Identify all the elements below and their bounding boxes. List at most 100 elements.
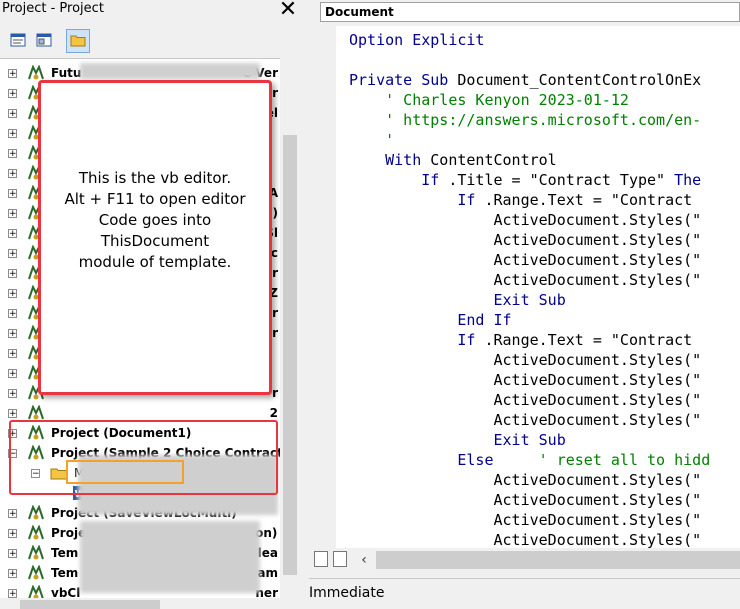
expand-icon[interactable]: + [8, 189, 17, 199]
code-token: ActiveDocument.Styles(" [349, 271, 702, 289]
code-line: With ContentControl [349, 150, 557, 170]
code-token: .Range.Text = "Contract [484, 331, 702, 349]
code-token: .Title = "Contract Type" [448, 171, 675, 189]
expand-icon[interactable]: + [8, 89, 17, 99]
close-project-pane-button[interactable]: ✕ [276, 0, 300, 22]
code-hscroll-thumb[interactable] [376, 551, 740, 569]
expand-icon[interactable]: + [8, 409, 17, 419]
tree-item-tail: am [257, 566, 278, 580]
tree-item-tail: r [272, 306, 278, 320]
code-line: ActiveDocument.Styles(" [349, 230, 701, 250]
vba-project-icon [28, 545, 44, 560]
project-scroll-thumb[interactable] [283, 135, 297, 575]
code-line: If .Title = "Contract Type" The [349, 170, 701, 190]
code-token: ActiveDocument.Styles(" [349, 471, 702, 489]
view-object-button[interactable] [32, 29, 56, 53]
expand-icon[interactable]: + [8, 209, 17, 219]
code-token: Else [457, 451, 494, 469]
code-line: ActiveDocument.Styles(" [349, 510, 701, 530]
expand-icon[interactable]: + [8, 309, 17, 319]
tree-item-tail: r [272, 86, 278, 100]
code-line: ActiveDocument.Styles(" [349, 270, 701, 290]
code-token: End If [457, 311, 512, 329]
code-token: ContentControl [430, 151, 557, 169]
code-line: ' https://answers.microsoft.com/en- [349, 110, 701, 130]
annotation-line: ThisDocument [100, 232, 210, 250]
toggle-folders-icon [70, 35, 86, 47]
code-token: ' https://answers.microsoft.com/en- [385, 111, 702, 129]
code-line: Private Sub Document_ContentControlOnEx [349, 70, 701, 90]
expand-icon[interactable]: + [8, 549, 17, 559]
tree-item-tail: r [272, 326, 278, 340]
expand-icon[interactable]: + [8, 149, 17, 159]
code-line: If .Range.Text = "Contract [349, 190, 701, 210]
expand-icon[interactable]: + [8, 289, 17, 299]
code-line: Exit Sub [349, 430, 566, 450]
expand-icon[interactable]: + [8, 269, 17, 279]
expand-icon[interactable]: + [8, 369, 17, 379]
code-token: The [674, 171, 702, 189]
expand-icon[interactable]: + [8, 229, 17, 239]
tree-item-label: Tem [51, 566, 79, 580]
pane-splitter[interactable] [300, 0, 309, 609]
code-token: ' reset all to hidd [538, 451, 711, 469]
procedure-view-button[interactable] [314, 551, 328, 567]
expand-icon[interactable]: + [8, 129, 17, 139]
expand-icon[interactable]: + [8, 509, 17, 519]
expand-icon[interactable]: + [8, 589, 17, 598]
code-token: .Range.Text = "Contract [484, 191, 702, 209]
expand-icon[interactable]: + [8, 389, 17, 399]
expand-icon[interactable]: + [8, 329, 17, 339]
vba-project-icon [28, 525, 44, 540]
expand-icon[interactable]: + [8, 529, 17, 539]
expand-icon[interactable]: + [8, 349, 17, 359]
annotation-callout: This is the vb editor. Alt + F11 to open… [38, 80, 272, 395]
vba-project-icon [28, 565, 44, 580]
code-line: ActiveDocument.Styles(" [349, 250, 701, 270]
expand-icon[interactable]: + [8, 69, 17, 79]
code-line: Else ' reset all to hidd [349, 450, 710, 470]
code-token: ActiveDocument.Styles(" [349, 351, 702, 369]
expand-icon[interactable]: + [8, 249, 17, 259]
code-line: ActiveDocument.Styles(" [349, 470, 701, 490]
code-token: With [385, 151, 431, 169]
vba-project-icon [28, 585, 44, 598]
code-line: ActiveDocument.Styles(" [349, 210, 701, 230]
code-token: Private Sub [349, 71, 458, 89]
code-token: ' [385, 131, 395, 149]
code-token: ' Charles Kenyon 2023-01-12 [385, 91, 629, 109]
view-code-button[interactable] [6, 29, 30, 53]
code-token: ActiveDocument.Styles(" [349, 511, 702, 529]
project-hscroll-thumb[interactable] [20, 600, 160, 609]
immediate-window-title: Immediate [309, 578, 740, 609]
code-line: If .Range.Text = "Contract [349, 330, 701, 350]
project-toolbar [0, 24, 300, 58]
code-line: ActiveDocument.Styles(" [349, 490, 701, 510]
expand-icon[interactable]: + [8, 569, 17, 579]
code-line: ActiveDocument.Styles(" [349, 390, 701, 410]
redacted-region [80, 521, 260, 593]
code-token: If [457, 331, 485, 349]
scroll-left-icon[interactable]: ‹ [356, 551, 372, 569]
expand-icon[interactable]: + [8, 109, 17, 119]
annotation-line: module of template. [78, 253, 232, 271]
tree-item-tail: lea [257, 546, 278, 560]
annotation-line: Code goes into [98, 211, 212, 229]
toggle-folders-button[interactable] [66, 29, 90, 53]
full-module-view-button[interactable] [333, 551, 347, 567]
code-token: Document_ContentControlOnEx [457, 71, 702, 89]
expand-icon[interactable]: + [8, 169, 17, 179]
object-combo[interactable]: Document [320, 2, 740, 22]
vba-project-icon [28, 505, 44, 520]
code-token: ActiveDocument.Styles(" [349, 411, 702, 429]
code-token: If [421, 171, 449, 189]
code-line: Option Explicit [349, 30, 484, 50]
tree-item-tail: r [272, 266, 278, 280]
